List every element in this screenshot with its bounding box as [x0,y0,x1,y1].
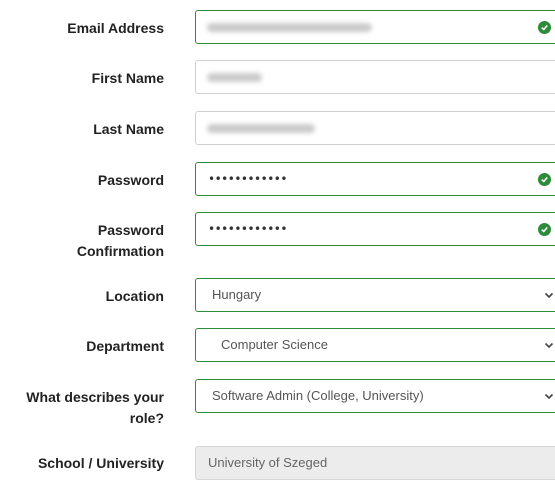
password-value: •••••••••••• [208,172,287,186]
email-label: Email Address [67,20,164,36]
check-circle-icon [538,173,551,186]
role-select[interactable]: Software Admin (College, University) [195,379,555,413]
last-name-field[interactable] [195,111,555,145]
department-label: Department [86,338,164,354]
location-select[interactable]: Hungary [195,278,555,312]
blurred-last-name-value [207,124,315,133]
chevron-down-icon [544,393,554,400]
chevron-down-icon [544,292,554,299]
school-field: University of Szeged [195,446,555,480]
role-selected-value: Software Admin (College, University) [212,388,424,403]
blurred-first-name-value [207,73,262,82]
last-name-label: Last Name [93,121,164,137]
school-value: University of Szeged [208,455,328,470]
password-confirmation-value: •••••••••••• [208,222,287,236]
role-label-line2: role? [129,410,164,426]
check-circle-icon [538,223,551,236]
department-selected-value: Computer Science [221,337,328,352]
role-label: What describes your role? [26,387,164,429]
location-label: Location [105,288,164,304]
email-field[interactable] [195,10,555,44]
blurred-email-value [207,23,372,32]
password-field[interactable]: •••••••••••• [195,162,555,196]
password-confirmation-label: Password Confirmation [77,220,164,262]
chevron-down-icon [544,342,554,349]
role-label-line1: What describes your [26,389,164,405]
password-confirmation-label-line2: Confirmation [76,243,164,259]
department-select[interactable]: Computer Science [195,328,555,362]
first-name-field[interactable] [195,60,555,94]
password-confirmation-label-line1: Password [97,222,164,238]
school-label: School / University [37,455,164,471]
first-name-label: First Name [91,70,164,86]
password-label: Password [97,172,164,188]
password-confirmation-field[interactable]: •••••••••••• [195,212,555,246]
check-circle-icon [538,21,551,34]
location-selected-value: Hungary [212,287,262,302]
